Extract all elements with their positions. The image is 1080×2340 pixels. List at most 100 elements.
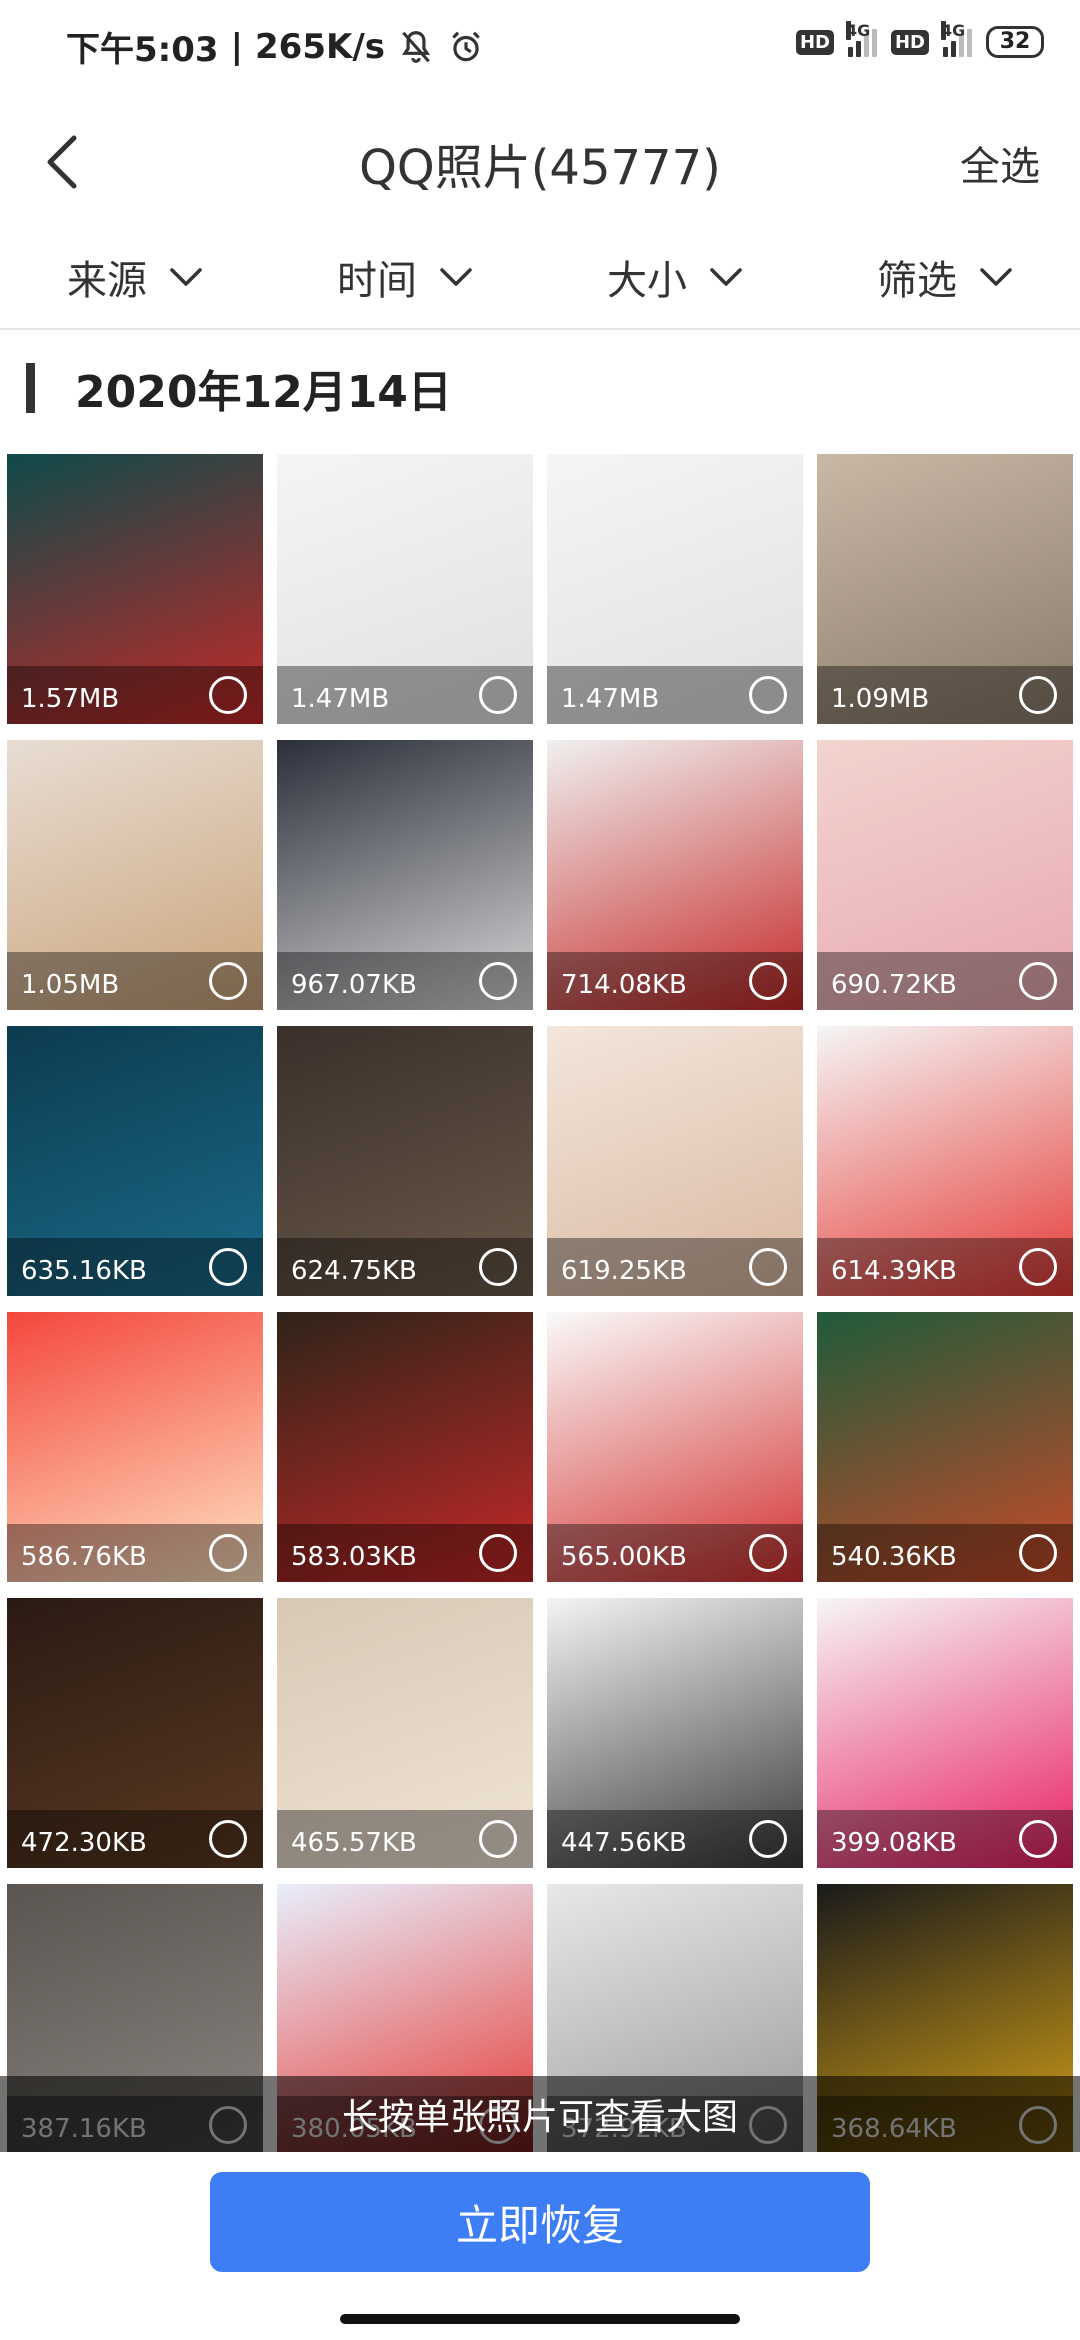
photo-tile[interactable]: 690.72KB (817, 740, 1073, 1010)
filter-size[interactable]: 大小 (540, 226, 810, 328)
photo-select-checkbox[interactable] (749, 676, 787, 714)
date-accent-bar (26, 363, 35, 413)
battery-level: 32 (999, 29, 1031, 54)
photo-tile[interactable]: 565.00KB (547, 1312, 803, 1582)
photo-tile[interactable]: 1.57MB (7, 454, 263, 724)
photo-select-checkbox[interactable] (1019, 1820, 1057, 1858)
photo-tile[interactable]: 586.76KB (7, 1312, 263, 1582)
photo-file-size: 1.57MB (21, 684, 120, 714)
photo-tile[interactable]: 583.03KB (277, 1312, 533, 1582)
photo-tile[interactable]: 614.39KB (817, 1026, 1073, 1296)
filter-label: 时间 (337, 258, 417, 304)
photo-select-checkbox[interactable] (1019, 676, 1057, 714)
photo-file-size: 465.57KB (291, 1828, 417, 1858)
photo-tile[interactable]: 619.25KB (547, 1026, 803, 1296)
hint-toast-text: 长按单张照片可查看大图 (341, 2097, 738, 2138)
photo-tile[interactable]: 1.05MB (7, 740, 263, 1010)
select-all-button[interactable]: 全选 (960, 134, 1040, 192)
status-left: 下午5:03 | 265K/s (66, 22, 485, 71)
photo-tile[interactable]: 399.08KB (817, 1598, 1073, 1868)
filter-bar: 来源 时间 大小 筛选 (0, 226, 1080, 330)
photo-file-size: 1.05MB (21, 970, 120, 1000)
photo-tile[interactable]: 624.75KB (277, 1026, 533, 1296)
photo-select-checkbox[interactable] (479, 962, 517, 1000)
photo-select-checkbox[interactable] (749, 1248, 787, 1286)
photo-tile[interactable]: 635.16KB (7, 1026, 263, 1296)
photo-file-size: 714.08KB (561, 970, 687, 1000)
photo-file-size: 399.08KB (831, 1828, 957, 1858)
photo-file-size: 472.30KB (21, 1828, 147, 1858)
photo-file-size: 1.47MB (291, 684, 390, 714)
photo-file-size: 967.07KB (291, 970, 417, 1000)
photo-file-size: 635.16KB (21, 1256, 147, 1286)
photo-select-checkbox[interactable] (1019, 1534, 1057, 1572)
chevron-down-icon (710, 268, 742, 286)
photo-tile[interactable]: 540.36KB (817, 1312, 1073, 1582)
signal-icon: 4G (845, 21, 877, 57)
photo-file-size: 690.72KB (831, 970, 957, 1000)
photo-file-size: 619.25KB (561, 1256, 687, 1286)
photo-tile[interactable]: 714.08KB (547, 740, 803, 1010)
photo-select-checkbox[interactable] (479, 676, 517, 714)
photo-select-checkbox[interactable] (749, 1820, 787, 1858)
network-type-label: 4G (845, 21, 871, 40)
photo-tile[interactable]: 472.30KB (7, 1598, 263, 1868)
photo-select-checkbox[interactable] (209, 1534, 247, 1572)
network-type-label: 4G (941, 21, 966, 40)
page-title: QQ照片(45777) (359, 140, 721, 196)
photo-select-checkbox[interactable] (209, 1820, 247, 1858)
chevron-down-icon (170, 268, 202, 286)
filter-label: 筛选 (877, 258, 957, 304)
battery-icon: 32 (986, 26, 1044, 58)
photo-select-checkbox[interactable] (749, 962, 787, 1000)
photo-select-checkbox[interactable] (1019, 1248, 1057, 1286)
filter-screen[interactable]: 筛选 (810, 226, 1080, 328)
date-label: 2020年12月14日 (75, 367, 452, 418)
app-screen: 下午5:03 | 265K/s HD 4G HD 4G 32 QQ照片(4577… (0, 0, 1080, 2340)
photo-tile[interactable]: 967.07KB (277, 740, 533, 1010)
filter-label: 大小 (607, 258, 687, 304)
recover-now-label: 立即恢复 (455, 2201, 624, 2249)
photo-tile[interactable]: 465.57KB (277, 1598, 533, 1868)
photo-select-checkbox[interactable] (479, 1820, 517, 1858)
photo-file-size: 586.76KB (21, 1542, 147, 1572)
hint-toast: 长按单张照片可查看大图 (0, 2076, 1080, 2152)
photo-file-size: 583.03KB (291, 1542, 417, 1572)
signal-icon: 4G (941, 21, 972, 57)
photo-grid: 1.57MB 1.47MB 1.47MB 1.09MB 1.05MB 967.07KB 71… (7, 454, 1073, 2154)
home-indicator[interactable] (340, 2314, 740, 2324)
status-time: 下午5:03 (66, 30, 219, 70)
alarm-clock-icon (452, 31, 480, 61)
hd-badge: HD (795, 29, 834, 55)
bottom-action-area: 立即恢复 (0, 2152, 1080, 2340)
recover-now-button[interactable]: 立即恢复 (210, 2172, 870, 2272)
bell-muted-icon (401, 30, 431, 63)
photo-file-size: 1.47MB (561, 684, 660, 714)
photo-tile[interactable]: 1.09MB (817, 454, 1073, 724)
status-bar: 下午5:03 | 265K/s HD 4G HD 4G 32 (0, 0, 1080, 96)
photo-tile[interactable]: 1.47MB (547, 454, 803, 724)
filter-label: 来源 (67, 258, 147, 304)
photo-select-checkbox[interactable] (479, 1534, 517, 1572)
photo-tile[interactable]: 447.56KB (547, 1598, 803, 1868)
status-right: HD 4G HD 4G 32 (795, 21, 1044, 58)
photo-file-size: 1.09MB (831, 684, 930, 714)
chevron-down-icon (980, 268, 1012, 286)
photo-tile[interactable]: 1.47MB (277, 454, 533, 724)
photo-select-checkbox[interactable] (209, 676, 247, 714)
network-speed: 265K/s (255, 26, 385, 67)
date-section-header: 2020年12月14日 (26, 358, 452, 418)
photo-select-checkbox[interactable] (209, 962, 247, 1000)
photo-select-checkbox[interactable] (479, 1248, 517, 1286)
photo-file-size: 540.36KB (831, 1542, 957, 1572)
photo-file-size: 624.75KB (291, 1256, 417, 1286)
photo-select-checkbox[interactable] (1019, 962, 1057, 1000)
hd-badge: HD (890, 29, 929, 55)
photo-select-checkbox[interactable] (749, 1534, 787, 1572)
status-separator: | (230, 26, 243, 67)
photo-file-size: 447.56KB (561, 1828, 687, 1858)
photo-select-checkbox[interactable] (209, 1248, 247, 1286)
photo-file-size: 565.00KB (561, 1542, 687, 1572)
filter-time[interactable]: 时间 (270, 226, 540, 328)
filter-source[interactable]: 来源 (0, 226, 270, 328)
